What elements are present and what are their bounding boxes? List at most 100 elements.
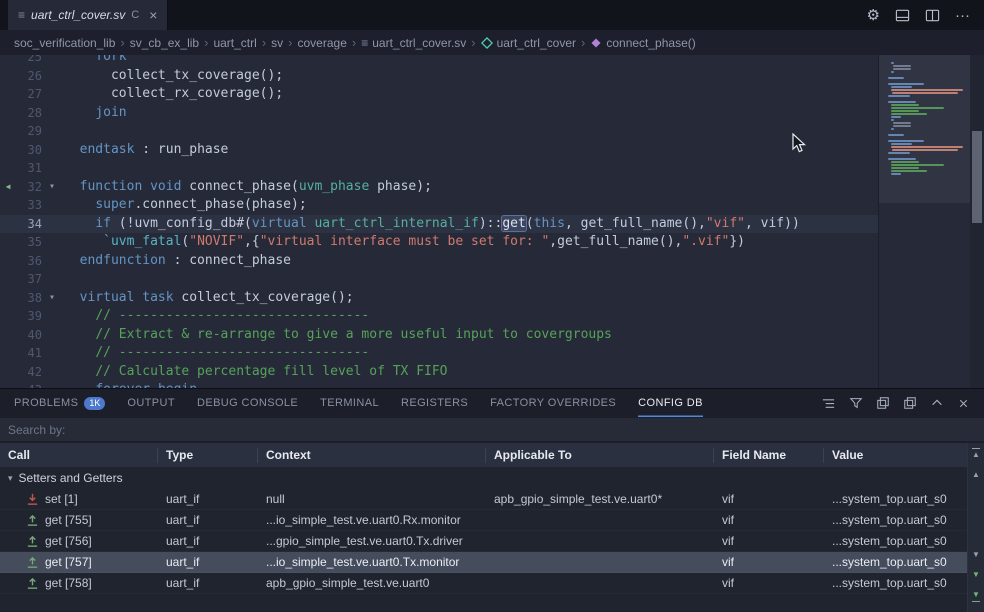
line-number[interactable]: 37 [16, 270, 42, 289]
column-header-applicable-to[interactable]: Applicable To [486, 448, 714, 463]
open-in-editor-icon[interactable] [876, 396, 890, 410]
more-actions-icon[interactable]: ··· [955, 8, 970, 23]
code-text: // Extract & re-arrange to give a more u… [64, 326, 612, 345]
panel-tab-output[interactable]: OUTPUT [127, 389, 175, 417]
view-as-tree-icon[interactable] [821, 396, 836, 411]
panel-tab-debug-console[interactable]: DEBUG CONSOLE [197, 389, 298, 417]
line-number[interactable]: 41 [16, 344, 42, 363]
table-row[interactable]: get [757]uart_if...io_simple_test.ve.uar… [0, 552, 984, 573]
breadcrumb-item-uart-ctrl-cover-sv[interactable]: ≡uart_ctrl_cover.sv [361, 36, 466, 50]
table-row[interactable]: get [756]uart_if...gpio_simple_test.ve.u… [0, 531, 984, 552]
get-icon [26, 556, 39, 569]
scrollbar-thumb[interactable] [972, 131, 982, 223]
scroll-up-icon[interactable]: ▲ [972, 470, 980, 480]
fold-icon[interactable]: ▾ [42, 178, 62, 197]
code-line[interactable]: 38▾ virtual task collect_tx_coverage(); [0, 289, 878, 308]
line-number[interactable]: 30 [16, 141, 42, 160]
code-area[interactable]: 25 fork26 collect_tx_coverage();27 colle… [0, 55, 878, 388]
panel-tab-registers[interactable]: REGISTERS [401, 389, 468, 417]
panel-tab-label: OUTPUT [127, 397, 175, 409]
code-line[interactable]: 25 fork [0, 55, 878, 67]
filter-icon[interactable] [849, 396, 863, 410]
line-number[interactable]: 32 [16, 178, 42, 197]
line-number[interactable]: 26 [16, 67, 42, 86]
code-line[interactable]: 28 join [0, 104, 878, 123]
minimap[interactable] [878, 55, 970, 388]
search-input[interactable] [0, 418, 984, 441]
duplicate-panel-icon[interactable] [903, 396, 917, 410]
line-number[interactable]: 25 [16, 55, 42, 67]
panel-tab-problems[interactable]: PROBLEMS1K [14, 389, 105, 417]
scroll-down-icon[interactable]: ▼ [972, 550, 980, 560]
code-line[interactable]: 37 [0, 270, 878, 289]
minimap-viewport[interactable] [879, 55, 970, 203]
table-row[interactable]: get [755]uart_if...io_simple_test.ve.uar… [0, 510, 984, 531]
code-line[interactable]: 41 // -------------------------------- [0, 344, 878, 363]
breadcrumb-item-soc-verification-lib[interactable]: soc_verification_lib [14, 36, 115, 50]
breadcrumb-label: connect_phase() [606, 36, 695, 50]
breadcrumb-item-uart-ctrl-cover[interactable]: uart_ctrl_cover [481, 36, 576, 50]
split-editor-icon[interactable] [925, 8, 940, 23]
scroll-to-top-icon[interactable]: ▲ [972, 448, 980, 460]
table-row[interactable]: set [1]uart_ifnullapb_gpio_simple_test.v… [0, 489, 984, 510]
breadcrumb-item-connect-phase-[interactable]: connect_phase() [590, 36, 695, 50]
column-header-context[interactable]: Context [258, 448, 486, 463]
scroll-to-bottom-icon[interactable]: ▼ [972, 590, 980, 602]
line-number[interactable]: 40 [16, 326, 42, 345]
line-number[interactable]: 34 [16, 215, 42, 234]
panel-tab-config-db[interactable]: CONFIG DB [638, 389, 703, 417]
line-number[interactable]: 31 [16, 159, 42, 178]
line-number[interactable]: 27 [16, 85, 42, 104]
code-token: phase); [369, 179, 432, 194]
close-tab-icon[interactable]: × [149, 7, 157, 23]
line-number[interactable]: 39 [16, 307, 42, 326]
code-line[interactable]: 35 `uvm_fatal("NOVIF",{"virtual interfac… [0, 233, 878, 252]
column-header-call[interactable]: Call [0, 448, 158, 463]
code-line[interactable]: ◀32▾ function void connect_phase(uvm_pha… [0, 178, 878, 197]
code-line[interactable]: 34 if (!uvm_config_db#(virtual uart_ctrl… [0, 215, 878, 234]
line-number[interactable]: 29 [16, 122, 42, 141]
code-line[interactable]: 26 collect_tx_coverage(); [0, 67, 878, 86]
code-line[interactable]: 43 forever begin [0, 381, 878, 388]
search-bar [0, 418, 984, 441]
editor-tab-uart-ctrl-cover[interactable]: ≡ uart_ctrl_cover.sv C × [8, 0, 168, 30]
collapse-panel-icon[interactable] [930, 396, 944, 410]
line-number[interactable]: 42 [16, 363, 42, 382]
class-symbol-icon [481, 37, 493, 49]
breadcrumb-item-sv[interactable]: sv [271, 36, 283, 50]
code-line[interactable]: 31 [0, 159, 878, 178]
line-number[interactable]: 36 [16, 252, 42, 271]
panel-tab-factory-overrides[interactable]: FACTORY OVERRIDES [490, 389, 616, 417]
problems-count-badge: 1K [84, 397, 105, 410]
line-number[interactable]: 28 [16, 104, 42, 123]
layout-icon[interactable] [895, 8, 910, 23]
call-cell: get [755] [0, 510, 158, 531]
panel-tab-terminal[interactable]: TERMINAL [320, 389, 379, 417]
code-token: get [502, 216, 525, 231]
code-line[interactable]: 27 collect_rx_coverage(); [0, 85, 878, 104]
code-line[interactable]: 36 endfunction : connect_phase [0, 252, 878, 271]
code-line[interactable]: 42 // Calculate percentage fill level of… [0, 363, 878, 382]
breadcrumb-item-uart-ctrl[interactable]: uart_ctrl [213, 36, 256, 50]
close-panel-icon[interactable] [957, 397, 970, 410]
breadcrumb-item-sv-cb-ex-lib[interactable]: sv_cb_ex_lib [130, 36, 199, 50]
column-header-field-name[interactable]: Field Name [714, 448, 824, 463]
table-row[interactable]: get [758]uart_ifapb_gpio_simple_test.ve.… [0, 573, 984, 594]
column-header-value[interactable]: Value [824, 448, 984, 463]
breadcrumb-item-coverage[interactable]: coverage [298, 36, 347, 50]
code-line[interactable]: 33 super.connect_phase(phase); [0, 196, 878, 215]
line-number[interactable]: 35 [16, 233, 42, 252]
gear-icon[interactable]: ⚙ [867, 8, 880, 23]
fold-icon[interactable]: ▾ [42, 289, 62, 308]
scroll-down-alt-icon[interactable]: ▼ [972, 570, 980, 580]
code-line[interactable]: 40 // Extract & re-arrange to give a mor… [0, 326, 878, 345]
line-number[interactable]: 43 [16, 381, 42, 388]
editor-scrollbar[interactable] [970, 55, 984, 388]
code-line[interactable]: 39 // -------------------------------- [0, 307, 878, 326]
code-line[interactable]: 29 [0, 122, 878, 141]
table-group-row[interactable]: ▾ Setters and Getters [0, 467, 984, 489]
code-line[interactable]: 30 endtask : run_phase [0, 141, 878, 160]
column-header-type[interactable]: Type [158, 448, 258, 463]
line-number[interactable]: 38 [16, 289, 42, 308]
line-number[interactable]: 33 [16, 196, 42, 215]
